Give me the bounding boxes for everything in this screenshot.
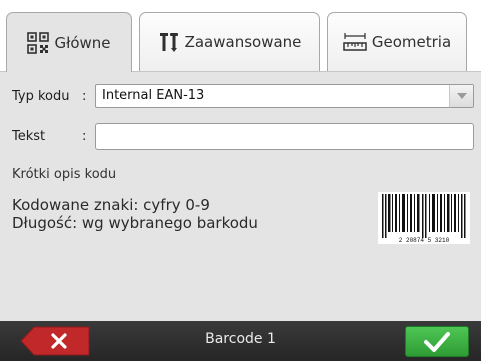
type-label: Typ kodu bbox=[12, 89, 70, 104]
chevron-down-icon[interactable] bbox=[449, 85, 473, 107]
text-input[interactable] bbox=[95, 123, 474, 150]
tab-zaawansowane[interactable]: Zaawansowane bbox=[139, 12, 320, 71]
tab-geometria[interactable]: Geometria bbox=[327, 12, 467, 71]
text-colon: : bbox=[82, 129, 87, 144]
ruler-icon bbox=[343, 31, 367, 53]
tools-icon bbox=[158, 31, 180, 53]
code-type-select[interactable]: Internal EAN-13 bbox=[95, 84, 474, 108]
tab-label: Główne bbox=[54, 33, 111, 52]
description-line-2: Długość: wg wybranego barkodu bbox=[12, 214, 258, 232]
tab-label: Geometria bbox=[371, 33, 452, 51]
qr-code-icon bbox=[27, 31, 50, 54]
description-title: Krótki opis kodu bbox=[12, 167, 117, 182]
barcode-digits: 2 20874 5 3210 bbox=[399, 237, 450, 244]
type-colon: : bbox=[82, 89, 87, 104]
barcode-preview: 2 20874 5 3210 bbox=[378, 192, 470, 244]
description-line-1: Kodowane znaki: cyfry 0-9 bbox=[12, 196, 210, 214]
checkmark-icon bbox=[424, 331, 450, 352]
tab-glowne[interactable]: Główne bbox=[6, 12, 132, 72]
tab-bar: Główne Zaawansowane Geometria bbox=[0, 0, 481, 72]
text-label: Tekst bbox=[12, 129, 46, 144]
ok-button[interactable] bbox=[405, 326, 469, 357]
tab-label: Zaawansowane bbox=[184, 33, 302, 51]
code-type-value: Internal EAN-13 bbox=[102, 88, 205, 103]
bottom-bar: Barcode 1 bbox=[0, 321, 481, 361]
